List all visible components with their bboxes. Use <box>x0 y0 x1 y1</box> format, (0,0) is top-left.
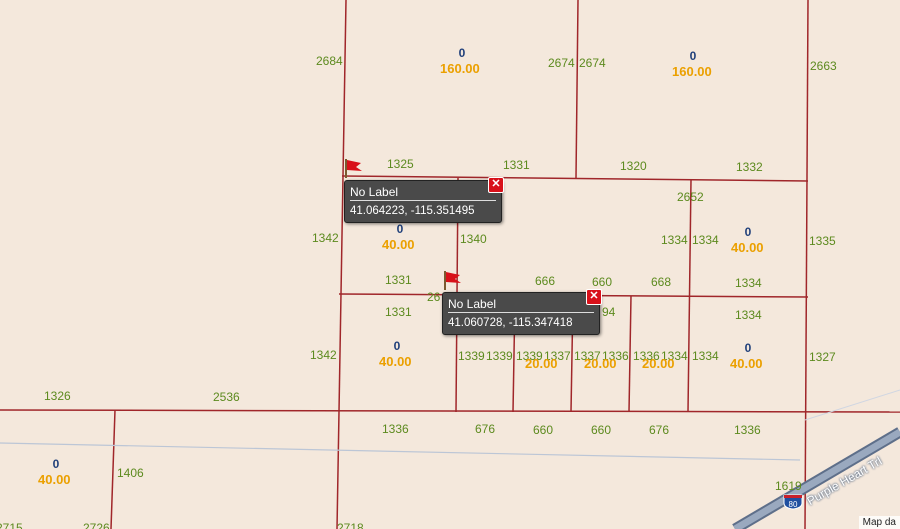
dimension-label: 1334 <box>661 233 688 247</box>
dimension-label: 1336 <box>382 422 409 436</box>
dimension-label: 1331 <box>503 158 530 172</box>
interstate-shield-icon: 80 <box>783 494 803 510</box>
parcel-line <box>628 295 632 413</box>
parcel-acreage[interactable]: 160.00 <box>672 64 712 79</box>
dimension-label: 2536 <box>213 390 240 404</box>
close-icon[interactable]: ✕ <box>586 289 602 305</box>
parcel-acreage[interactable]: 160.00 <box>440 61 480 76</box>
dimension-label: 666 <box>535 274 556 288</box>
dimension-label: 676 <box>475 422 496 436</box>
parcel-owner-count: 0 <box>744 225 752 239</box>
parcel-owner-count: 0 <box>689 49 697 63</box>
marker-popup: No Label 41.064223, -115.351495 ✕ <box>344 177 504 223</box>
dimension-label: 1406 <box>117 466 144 480</box>
dimension-label: 2652 <box>677 190 704 204</box>
highway-road <box>733 428 900 529</box>
parcel-acreage[interactable]: 40.00 <box>731 240 764 255</box>
popup-coordinates: 41.060728, -115.347418 <box>448 317 573 329</box>
dimension-label: 1340 <box>460 232 487 246</box>
dimension-label: 94 <box>602 305 616 319</box>
dimension-label: 2663 <box>810 59 837 73</box>
dimension-label: 1327 <box>809 350 836 364</box>
parcel-owner-count: 0 <box>52 457 60 471</box>
dimension-label: 1334 <box>735 276 762 290</box>
dimension-label: 1619 <box>775 479 802 493</box>
dimension-label: 1326 <box>44 389 71 403</box>
dimension-label: 1342 <box>312 231 339 245</box>
parcel-line <box>575 0 579 179</box>
parcel-acreage[interactable]: 20.00 <box>642 356 675 371</box>
map-canvas[interactable]: 2684 2674 2674 2663 1325 1331 1320 1332 … <box>0 0 900 529</box>
dimension-label: 2674 <box>548 56 575 70</box>
parcel-line <box>110 409 116 529</box>
dimension-label: 2674 <box>579 56 606 70</box>
dimension-label: 2718 <box>337 521 364 529</box>
dimension-label: 1331 <box>385 305 412 319</box>
popup-title: No Label <box>448 297 594 313</box>
dimension-label: 1332 <box>736 160 763 174</box>
parcel-acreage[interactable]: 20.00 <box>584 356 617 371</box>
dimension-label: 676 <box>649 423 670 437</box>
dimension-label: 1339 <box>486 349 513 363</box>
parcel-acreage[interactable]: 40.00 <box>38 472 71 487</box>
dimension-label: 1320 <box>620 159 647 173</box>
parcel-owner-count: 0 <box>744 341 752 355</box>
parcel-line <box>804 0 809 529</box>
dimension-label: 660 <box>533 423 554 437</box>
dimension-label: 660 <box>591 423 612 437</box>
close-icon[interactable]: ✕ <box>488 177 504 193</box>
minor-road <box>804 389 900 421</box>
popup-title: No Label <box>350 185 496 201</box>
popup-coordinates: 41.064223, -115.351495 <box>350 205 475 217</box>
dimension-label: 668 <box>651 275 672 289</box>
parcel-lines <box>0 0 900 529</box>
minor-road <box>0 442 801 461</box>
dimension-label: 1334 <box>692 349 719 363</box>
dimension-label: 1334 <box>735 308 762 322</box>
dimension-label: 26 <box>427 290 441 304</box>
parcel-owner-count: 0 <box>393 339 401 353</box>
shield-number: 80 <box>789 500 798 509</box>
parcel-acreage[interactable]: 20.00 <box>525 356 558 371</box>
dimension-label: 1339 <box>458 349 485 363</box>
parcel-owner-count: 0 <box>458 46 466 60</box>
parcel-owner-count: 0 <box>396 222 404 236</box>
dimension-label: 1331 <box>385 273 412 287</box>
dimension-label: 2684 <box>316 54 343 68</box>
dimension-label: 1335 <box>809 234 836 248</box>
parcel-acreage[interactable]: 40.00 <box>730 356 763 371</box>
dimension-label: 1325 <box>387 157 414 171</box>
map-attribution[interactable]: Map da <box>858 516 900 529</box>
dimension-label: 660 <box>592 275 613 289</box>
parcel-line <box>0 409 900 413</box>
parcel-acreage[interactable]: 40.00 <box>382 237 415 252</box>
dimension-label: 1334 <box>692 233 719 247</box>
parcel-acreage[interactable]: 40.00 <box>379 354 412 369</box>
dimension-label: 2726 <box>83 521 110 529</box>
dimension-label: 2715 <box>0 521 23 529</box>
dimension-label: 1342 <box>310 348 337 362</box>
red-flag-icon[interactable] <box>442 270 464 290</box>
marker-popup: No Label 41.060728, -115.347418 ✕ <box>442 289 602 335</box>
dimension-label: 1336 <box>734 423 761 437</box>
red-flag-icon[interactable] <box>343 158 365 178</box>
